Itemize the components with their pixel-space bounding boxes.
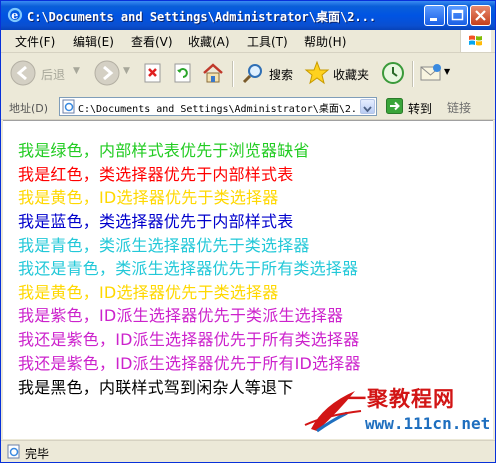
status-text: 完毕 xyxy=(25,447,50,461)
watermark-logo: 一聚教程网 www.111cn.net xyxy=(303,383,491,439)
page-done-icon xyxy=(7,444,20,459)
text-line: 我是蓝色，类选择器优先于内部样式表 xyxy=(18,212,294,231)
mail-dropdown-icon[interactable]: ▼ xyxy=(444,67,450,76)
menu-view[interactable]: 查看(V) xyxy=(131,33,173,50)
forward-arrow-icon[interactable] xyxy=(93,59,121,87)
text-line: 我是红色，类选择器优先于内部样式表 xyxy=(18,165,294,184)
window-title: C:\Documents and Settings\Administrator\… xyxy=(27,10,377,24)
search-icon[interactable] xyxy=(241,61,265,85)
menu-tools[interactable]: 工具(T) xyxy=(247,33,288,50)
page-content: 我是绿色，内部样式表优先于浏览器缺省 我是红色，类选择器优先于内部样式表 我是黄… xyxy=(3,120,493,439)
status-bar: 完毕 xyxy=(1,440,495,462)
address-input[interactable]: C:\Documents and Settings\Administrator\… xyxy=(59,97,377,116)
toolbar-separator xyxy=(232,61,234,87)
go-button-label[interactable]: 转到 xyxy=(408,100,432,117)
maximize-button[interactable] xyxy=(447,5,468,26)
text-line: 我是黄色，ID选择器优先于类选择器 xyxy=(18,283,279,302)
menu-edit[interactable]: 编辑(E) xyxy=(73,33,114,50)
browser-window: e C:\Documents and Settings\Administrato… xyxy=(0,0,496,463)
back-dropdown-icon[interactable]: ▼ xyxy=(73,66,80,76)
address-dropdown-button[interactable] xyxy=(360,99,375,114)
maximize-icon xyxy=(451,9,464,21)
favorites-button-label[interactable]: 收藏夹 xyxy=(333,66,369,83)
back-arrow-icon[interactable] xyxy=(9,59,37,87)
close-icon xyxy=(475,10,486,21)
text-line: 我是紫色，ID派生选择器优先于类派生选择器 xyxy=(18,306,344,325)
home-icon[interactable] xyxy=(201,61,225,85)
chevron-down-icon xyxy=(363,106,372,113)
text-line: 我还是紫色，ID派生选择器优先于所有类选择器 xyxy=(18,330,360,349)
menu-bar: 文件(F) 编辑(E) 查看(V) 收藏(A) 工具(T) 帮助(H) xyxy=(1,30,495,53)
address-bar: 地址(D) C:\Documents and Settings\Administ… xyxy=(1,95,495,120)
svg-text:e: e xyxy=(11,9,18,22)
text-line: 我还是青色，类派生选择器优先于所有类选择器 xyxy=(18,259,359,278)
stop-icon[interactable] xyxy=(143,63,163,83)
watermark-title: 一聚教程网 xyxy=(345,387,455,411)
text-line: 我是青色，类派生选择器优先于类选择器 xyxy=(18,236,310,255)
links-button[interactable]: 链接 xyxy=(447,99,471,116)
title-bar[interactable]: e C:\Documents and Settings\Administrato… xyxy=(1,1,495,30)
address-value[interactable]: C:\Documents and Settings\Administrator\… xyxy=(78,100,362,115)
close-button[interactable] xyxy=(470,5,491,26)
minimize-button[interactable] xyxy=(424,5,445,26)
text-line: 我还是紫色，ID派生选择器优先于所有ID选择器 xyxy=(18,354,361,373)
windows-logo-icon xyxy=(460,30,491,52)
history-icon[interactable] xyxy=(380,60,406,86)
back-button-label[interactable]: 后退 xyxy=(41,66,65,83)
refresh-icon[interactable] xyxy=(173,63,193,83)
menu-favorites[interactable]: 收藏(A) xyxy=(188,33,230,50)
menu-file[interactable]: 文件(F) xyxy=(15,33,55,50)
minimize-icon xyxy=(430,18,437,21)
forward-dropdown-icon[interactable]: ▼ xyxy=(123,66,130,76)
favorites-star-icon[interactable] xyxy=(304,60,330,86)
text-line: 我是黄色，ID选择器优先于类选择器 xyxy=(18,188,279,207)
address-label: 地址(D) xyxy=(9,102,49,115)
text-line: 我是绿色，内部样式表优先于浏览器缺省 xyxy=(18,141,310,160)
menu-help[interactable]: 帮助(H) xyxy=(304,33,346,50)
ie-icon: e xyxy=(7,7,23,23)
go-arrow-icon xyxy=(386,98,403,114)
search-button-label[interactable]: 搜索 xyxy=(269,66,293,83)
toolbar: 后退 ▼ ▼ 搜索 收藏夹 ▼ xyxy=(1,53,495,96)
watermark-url: www.111cn.net xyxy=(365,414,491,433)
page-icon xyxy=(62,99,75,114)
toolbar-separator xyxy=(412,61,414,87)
mail-icon[interactable] xyxy=(419,62,443,84)
text-line: 我是黑色，内联样式驾到闲杂人等退下 xyxy=(18,378,294,397)
